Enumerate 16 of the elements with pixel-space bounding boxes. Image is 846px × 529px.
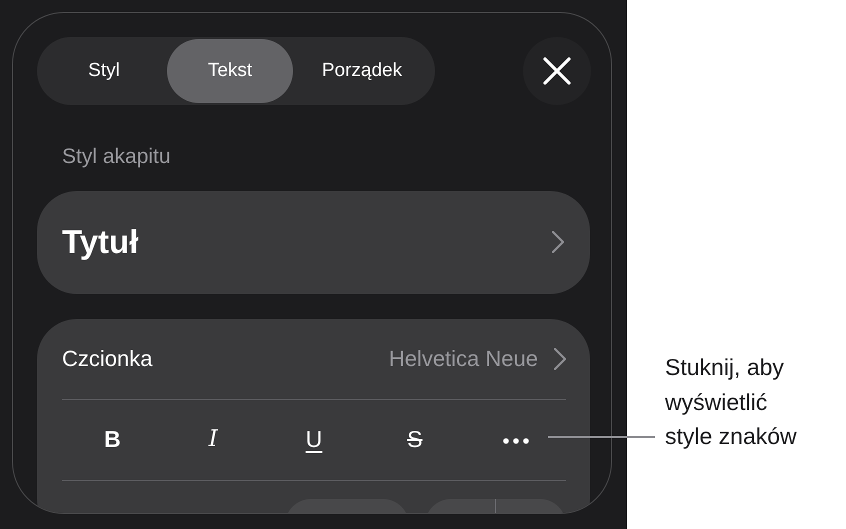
chevron-icon bbox=[552, 231, 564, 253]
underline-button[interactable]: U bbox=[300, 420, 328, 459]
section-heading: Styl akapitu bbox=[62, 144, 172, 170]
ellipsis-icon bbox=[502, 438, 529, 444]
strikethrough-button[interactable]: S bbox=[401, 420, 428, 459]
bold-button[interactable]: B bbox=[98, 420, 127, 459]
paragraph-style-row[interactable]: Tytuł bbox=[37, 190, 590, 294]
chevron-icon bbox=[554, 348, 566, 370]
tab[interactable]: Styl bbox=[41, 39, 167, 103]
tab[interactable]: Porządek bbox=[293, 39, 431, 103]
font-label: Czcionka bbox=[62, 345, 152, 373]
italic-button[interactable]: I bbox=[202, 420, 224, 459]
font-value[interactable]: Helvetica Neue bbox=[388, 342, 538, 375]
tab[interactable]: Tekst bbox=[167, 39, 293, 103]
callout-text: Stuknij, aby wyświetlić style znaków bbox=[665, 353, 797, 451]
close-icon bbox=[543, 57, 571, 85]
